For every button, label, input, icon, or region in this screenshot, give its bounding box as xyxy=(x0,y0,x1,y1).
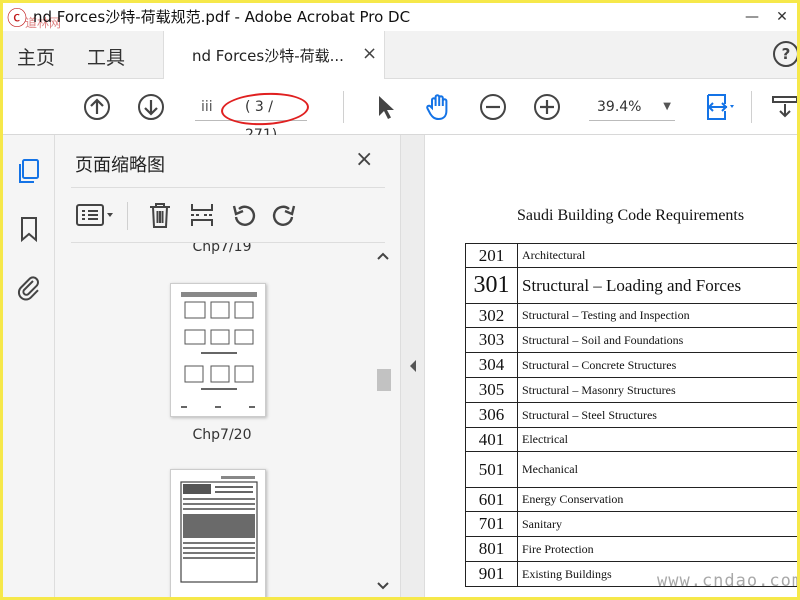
code-number: 501 xyxy=(465,451,518,488)
tab-tools[interactable]: 工具 xyxy=(87,43,125,70)
code-name: Structural – Masonry Structures xyxy=(517,377,797,403)
table-row: 306 Structural – Steel Structures xyxy=(465,402,797,428)
panel-toolbar xyxy=(71,187,385,243)
code-name: Structural – Testing and Inspection xyxy=(517,303,797,328)
table-row: 201 Architectural xyxy=(465,243,797,268)
code-number: 302 xyxy=(465,303,518,328)
toolbar-divider xyxy=(343,91,344,123)
zoom-in-icon[interactable] xyxy=(531,91,563,123)
insert-page-icon[interactable] xyxy=(187,200,217,230)
table-row: 501 Mechanical xyxy=(465,451,797,488)
window-title: nd Forces沙特-荷载规范.pdf - Adobe Acrobat Pro… xyxy=(33,8,411,26)
code-number: 305 xyxy=(465,377,518,403)
help-button[interactable]: ? xyxy=(773,41,797,67)
code-name: Structural – Steel Structures xyxy=(517,402,797,428)
previous-page-icon[interactable] xyxy=(81,91,113,123)
table-row: 303 Structural – Soil and Foundations xyxy=(465,327,797,353)
minimize-button[interactable]: — xyxy=(737,3,767,31)
chevron-down-icon: ▼ xyxy=(663,101,671,112)
code-number: 303 xyxy=(465,327,518,353)
page-thumbnails-icon[interactable] xyxy=(15,157,43,185)
tab-document[interactable]: nd Forces沙特-荷载... × xyxy=(163,31,385,79)
rotate-left-icon[interactable] xyxy=(229,200,259,230)
code-name: Mechanical xyxy=(517,451,797,488)
scrollbar-thumb[interactable] xyxy=(377,369,391,391)
thumbnails-panel: 页面缩略图 × Chp7/19 Chp7/20 xyxy=(55,135,401,597)
watermark-logo: ⓒ xyxy=(7,6,27,30)
document-heading: Saudi Building Code Requirements xyxy=(517,207,745,224)
code-name: Energy Conservation xyxy=(517,487,797,512)
tools-pane-icon[interactable] xyxy=(769,91,797,123)
code-name: Electrical xyxy=(517,427,797,452)
code-number: 601 xyxy=(465,487,518,512)
tab-document-label: nd Forces沙特-荷载... xyxy=(192,47,344,65)
zoom-level-value: 39.4% xyxy=(597,99,642,115)
code-name: Structural – Soil and Foundations xyxy=(517,327,797,353)
zoom-out-icon[interactable] xyxy=(477,91,509,123)
table-row: 801 Fire Protection xyxy=(465,536,797,562)
page-current-input[interactable]: iii xyxy=(201,93,213,121)
select-tool-icon[interactable] xyxy=(369,91,401,123)
site-watermark: www.cndao.com xyxy=(657,571,797,591)
tab-bar: 主页 工具 nd Forces沙特-荷载... × ? xyxy=(3,31,797,79)
app-window: ⓒ 道林网 nd Forces沙特-荷载规范.pdf - Adobe Acrob… xyxy=(3,3,797,597)
panel-collapse-handle[interactable] xyxy=(401,135,425,597)
fit-page-icon[interactable] xyxy=(703,91,735,123)
code-name: Structural – Loading and Forces xyxy=(517,267,797,304)
panel-close-button[interactable]: × xyxy=(355,147,373,172)
toolbar: iii ( 3 / 271) 39.4% ▼ xyxy=(3,79,797,143)
table-row: 601 Energy Conservation xyxy=(465,487,797,512)
code-name: Fire Protection xyxy=(517,536,797,562)
window-close-button[interactable]: ✕ xyxy=(767,3,797,31)
code-name: Architectural xyxy=(517,243,797,268)
attachment-icon[interactable] xyxy=(15,273,43,301)
code-number: 301 xyxy=(465,267,518,304)
code-number: 801 xyxy=(465,536,518,562)
bookmark-icon[interactable] xyxy=(15,215,43,243)
table-row: 302 Structural – Testing and Inspection xyxy=(465,303,797,328)
table-row: 401 Electrical xyxy=(465,427,797,452)
code-name: Sanitary xyxy=(517,511,797,537)
page-thumbnail[interactable] xyxy=(170,469,266,597)
rotate-right-icon[interactable] xyxy=(269,200,299,230)
code-name: Structural – Concrete Structures xyxy=(517,352,797,378)
building-code-table: 201 Architectural 301 Structural – Loading … xyxy=(465,243,797,587)
tab-close-button[interactable]: × xyxy=(362,43,377,64)
thumbnail-scrollbar[interactable] xyxy=(373,243,393,597)
thumbnail-label: Chp7/20 xyxy=(192,427,252,443)
tab-home[interactable]: 主页 xyxy=(17,43,55,70)
document-view[interactable]: Saudi Building Code Requirements 201 Arch… xyxy=(425,135,797,597)
code-number: 201 xyxy=(465,243,518,268)
table-row: 701 Sanitary xyxy=(465,511,797,537)
code-number: 306 xyxy=(465,402,518,428)
toolbar-divider xyxy=(751,91,752,123)
panel-title: 页面缩略图 xyxy=(75,155,165,176)
thumbnail-label: Chp7/19 xyxy=(192,243,252,255)
title-bar: ⓒ 道林网 nd Forces沙特-荷载规范.pdf - Adobe Acrob… xyxy=(3,3,797,31)
code-number: 701 xyxy=(465,511,518,537)
code-number: 901 xyxy=(465,561,518,587)
table-row: 305 Structural – Masonry Structures xyxy=(465,377,797,403)
navigation-rail xyxy=(3,135,55,597)
code-number: 401 xyxy=(465,427,518,452)
code-number: 304 xyxy=(465,352,518,378)
panel-toolbar-divider xyxy=(127,202,128,230)
table-row: 304 Structural – Concrete Structures xyxy=(465,352,797,378)
table-row: 301 Structural – Loading and Forces xyxy=(465,267,797,304)
thumbnail-list: Chp7/19 Chp7/20 xyxy=(71,243,373,597)
next-page-icon[interactable] xyxy=(135,91,167,123)
hand-tool-icon[interactable] xyxy=(423,91,455,123)
zoom-level-field[interactable]: 39.4% ▼ xyxy=(589,93,675,121)
thumbnail-options-icon[interactable] xyxy=(75,200,117,230)
delete-icon[interactable] xyxy=(145,200,175,230)
page-thumbnail[interactable] xyxy=(170,283,266,417)
